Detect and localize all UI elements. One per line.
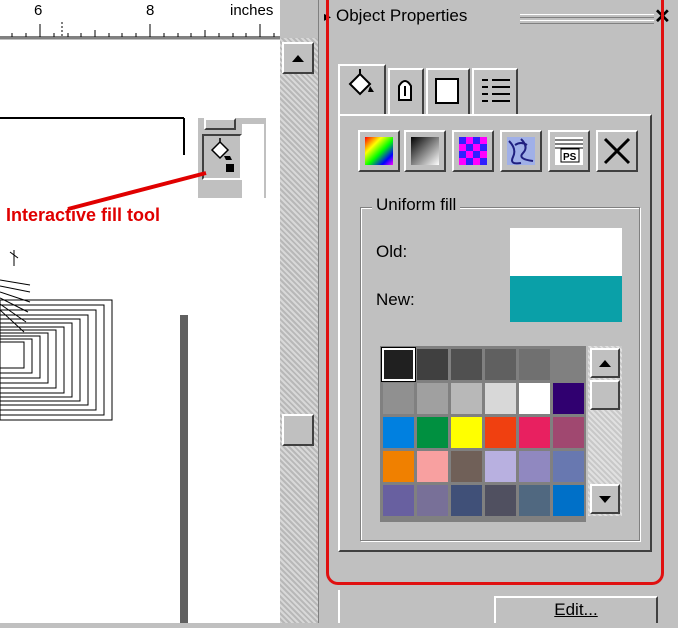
drawing-canvas-area[interactable]: 6 8 inches Interactive fill tool <box>0 0 318 623</box>
flyout-top-button[interactable] <box>204 118 236 130</box>
ruler-label-6: 6 <box>34 2 43 19</box>
highlight-box <box>326 0 664 585</box>
ruler-label-8: 8 <box>146 2 155 19</box>
divider <box>338 590 340 623</box>
vertical-scrollbar[interactable] <box>280 38 318 623</box>
flyout-side-strip <box>242 124 264 198</box>
edit-button[interactable]: Edit... <box>494 596 658 623</box>
scroll-up-button[interactable] <box>282 42 314 74</box>
horizontal-ruler: 6 8 inches <box>0 0 280 39</box>
ruler-ticks <box>0 22 280 38</box>
edit-button-label: Edit... <box>554 600 598 619</box>
annotation-label: Interactive fill tool <box>6 205 161 225</box>
arrow-up-icon <box>292 55 304 62</box>
scroll-thumb[interactable] <box>282 414 314 446</box>
ruler-units: inches <box>230 2 274 19</box>
